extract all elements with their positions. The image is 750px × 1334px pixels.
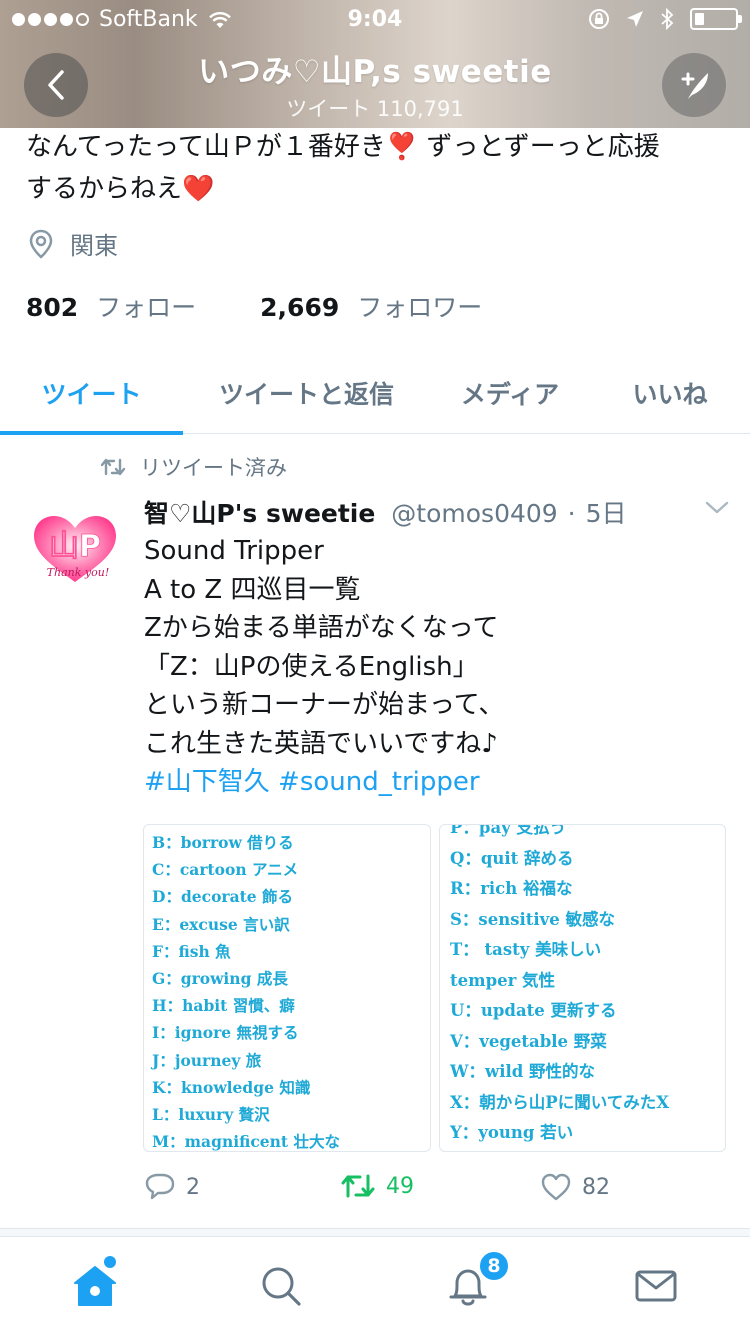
- followers-link[interactable]: 2,669 フォロワー: [260, 288, 482, 324]
- tweet-text-line: A to Z 四巡目一覧: [144, 574, 361, 605]
- location-pin-icon: [29, 229, 53, 259]
- vocab-item: T： tasty 美味しい: [450, 940, 602, 959]
- vocab-item: R：rich 裕福な: [450, 879, 573, 898]
- reply-count: 2: [186, 1174, 200, 1200]
- vocab-item: temper 気性: [450, 970, 556, 990]
- heart-avatar-image: 山P Thank you!: [34, 516, 116, 582]
- mail-icon: [635, 1270, 677, 1302]
- home-icon: [74, 1266, 116, 1306]
- following-count: 802: [26, 293, 79, 322]
- vocab-item: I：ignore 無視する: [152, 1023, 299, 1043]
- tweet-author-name[interactable]: 智♡山P's sweetie: [144, 499, 375, 528]
- vocab-item: D：decorate 飾る: [152, 887, 294, 907]
- vocab-item: X：朝から山Pに聞いてみたX: [450, 1092, 670, 1112]
- heart-icon: [541, 1173, 571, 1201]
- chevron-down-icon: [705, 501, 729, 514]
- location-text: 関東: [70, 232, 118, 260]
- retweeted-indicator: リツイート済み: [100, 452, 287, 482]
- tweet-author-handle[interactable]: @tomos0409: [391, 499, 557, 528]
- retweet-button[interactable]: 49: [340, 1172, 414, 1200]
- vocab-item: U：update 更新する: [450, 1001, 617, 1020]
- avatar-text: 山P: [49, 529, 101, 564]
- header-title-block: いつみ♡山P,s sweetie ツイート 110,791: [0, 46, 750, 123]
- compose-feather-icon: [681, 72, 708, 99]
- compose-tweet-button[interactable]: [662, 53, 726, 117]
- tweet-image-left[interactable]: B：borrow 借りる C：cartoon アニメ D：decorate 飾る…: [143, 824, 431, 1152]
- profile-tabs: ツイート ツイートと返信 メディア いいね: [0, 352, 750, 435]
- battery-icon: [690, 8, 742, 30]
- vocab-list-right: P：pay 支払う Q：quit 辞める R：rich 裕福な S：sensit…: [440, 824, 725, 1149]
- tweet-text-line: という新コーナーが始まって、: [144, 690, 505, 720]
- retweet-icon: [100, 458, 126, 476]
- vocab-item: H：habit 習慣、癖: [152, 996, 295, 1016]
- follow-stats: 802 フォロー 2,669 フォロワー: [26, 288, 482, 324]
- tab-media[interactable]: メディア: [430, 352, 590, 434]
- following-link[interactable]: 802 フォロー: [26, 288, 196, 324]
- notification-badge: 8: [478, 1250, 510, 1282]
- reply-button[interactable]: 2: [144, 1172, 200, 1202]
- followers-count: 2,669: [260, 293, 340, 322]
- bio-line: するからねえ❤️: [26, 174, 215, 204]
- vocab-item: E：excuse 言い訳: [152, 914, 290, 934]
- profile-name-title: いつみ♡山P,s sweetie: [198, 54, 552, 90]
- retweet-icon: [341, 1174, 375, 1198]
- tweet-separator: ·: [567, 499, 576, 528]
- vocab-item: F：fish 魚: [152, 941, 231, 961]
- vocab-item: S：sensitive 敏感な: [450, 909, 615, 929]
- like-button[interactable]: 82: [540, 1172, 610, 1202]
- bio-line: なんてったって山Ｐが１番好き❣️ ずっとずーっと応援: [26, 132, 660, 162]
- tweet-header: 智♡山P's sweetie @tomos0409 · 5日: [144, 494, 704, 530]
- tweet-text-line: Sound Tripper: [144, 536, 324, 566]
- tweet-count: ツイート 110,791: [286, 97, 464, 121]
- profile-location: 関東: [26, 226, 118, 261]
- reply-icon: [145, 1173, 175, 1200]
- retweeted-label: リツイート済み: [140, 456, 287, 480]
- search-icon: [262, 1267, 301, 1306]
- tweet-text-line: 「Z：山Pの使えるEnglish」: [144, 651, 479, 682]
- vocab-item: J：journey 旅: [152, 1050, 262, 1070]
- vocab-item: K：knowledge 知識: [152, 1077, 311, 1097]
- tweet-divider: [0, 1228, 750, 1236]
- nav-search[interactable]: [256, 1261, 306, 1311]
- like-count: 82: [582, 1174, 610, 1200]
- tweet-image-right[interactable]: P：pay 支払う Q：quit 辞める R：rich 裕福な S：sensit…: [439, 824, 726, 1152]
- nav-messages[interactable]: [631, 1261, 681, 1311]
- vocab-item: B：borrow 借りる: [152, 833, 294, 852]
- tweet-menu-button[interactable]: [704, 500, 730, 520]
- location-arrow-icon: [627, 11, 643, 27]
- vocab-item: C：cartoon アニメ: [152, 860, 299, 880]
- following-label: フォロー: [96, 293, 197, 322]
- bottom-tab-bar: [0, 1236, 750, 1334]
- tab-likes[interactable]: いいね: [590, 352, 750, 434]
- tweet-text: Sound Tripper A to Z 四巡目一覧 Zから始まる単語がなくなっ…: [144, 532, 724, 802]
- vocab-item: M：magnificent 壮大な: [152, 1132, 340, 1152]
- vocab-item: Q：quit 辞める: [450, 848, 574, 868]
- tweet-author-avatar[interactable]: 山P Thank you!: [26, 500, 124, 598]
- rotation-lock-icon: [589, 9, 609, 29]
- retweet-count: 49: [386, 1173, 414, 1199]
- profile-header: SoftBank 9:04 いつみ♡山P,s sweetie ツイート 110,…: [0, 0, 750, 128]
- vocab-list-left: B：borrow 借りる C：cartoon アニメ D：decorate 飾る…: [144, 825, 430, 1152]
- vocab-item: Y：young 若い: [450, 1123, 574, 1142]
- bluetooth-icon: [661, 8, 674, 30]
- home-new-indicator: [104, 1256, 116, 1268]
- tweet-actions: 2 49 82: [144, 1172, 704, 1212]
- avatar-subtext: Thank you!: [47, 566, 110, 579]
- status-bar: SoftBank 9:04: [0, 0, 750, 40]
- nav-home[interactable]: [70, 1261, 120, 1311]
- tweet-time: 5日: [585, 499, 627, 528]
- profile-bio: なんてったって山Ｐが１番好き❣️ ずっとずーっと応援 するからねえ❤️: [26, 126, 726, 210]
- vocab-item: G：growing 成長: [152, 969, 288, 989]
- tab-tweets-and-replies[interactable]: ツイートと返信: [183, 352, 430, 434]
- followers-label: フォロワー: [357, 293, 483, 322]
- tweet-text-line: Zから始まる単語がなくなって: [144, 613, 499, 643]
- vocab-item: V：vegetable 野菜: [450, 1031, 607, 1051]
- tab-tweets[interactable]: ツイート: [0, 352, 183, 435]
- tweet-hashtags[interactable]: #山下智久 #sound_tripper: [144, 763, 724, 802]
- vocab-item: P：pay 支払う: [450, 824, 566, 837]
- tweet-text-line: これ生きた英語でいいですね♪: [144, 728, 498, 759]
- vocab-item: L：luxury 贅沢: [152, 1105, 270, 1125]
- vocab-item: W：wild 野性的な: [450, 1062, 596, 1081]
